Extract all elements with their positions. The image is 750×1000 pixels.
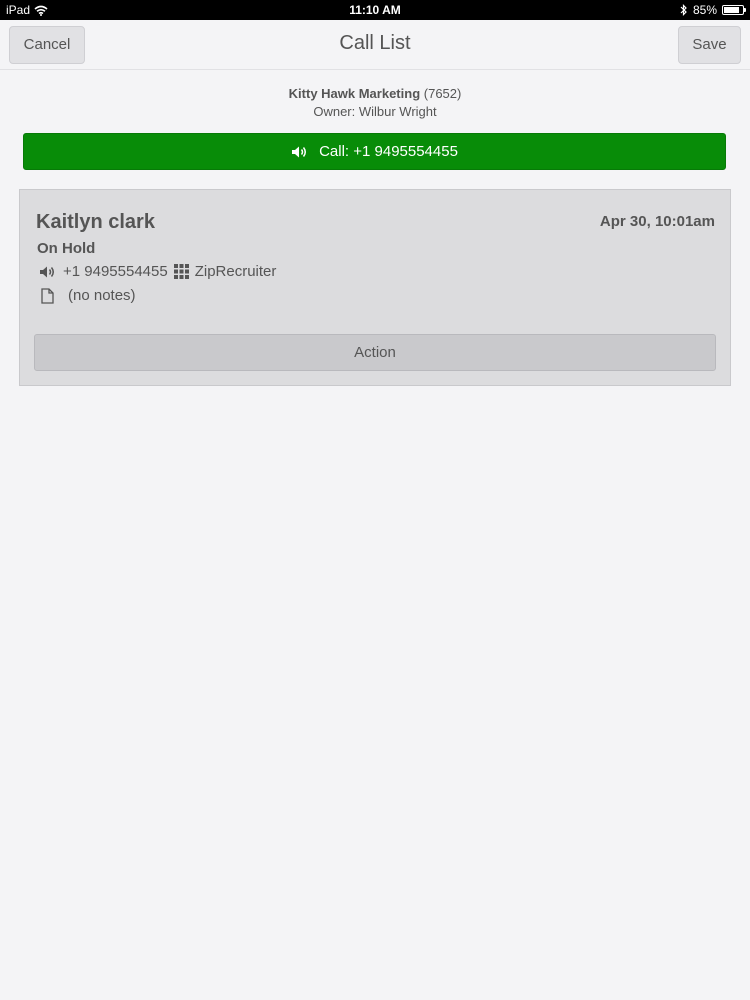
speaker-icon xyxy=(291,145,309,159)
status-right: 85% xyxy=(680,3,746,17)
battery-fill xyxy=(724,7,740,13)
document-icon xyxy=(41,287,54,304)
contact-status: On Hold xyxy=(37,240,96,257)
contact-card[interactable]: Kaitlyn clark Apr 30, 10:01am On Hold +1… xyxy=(19,189,731,386)
contact-phone-row: +1 9495554455 ZipRecruiter xyxy=(39,263,276,280)
contact-notes-row: (no notes) xyxy=(41,287,136,304)
save-button[interactable]: Save xyxy=(678,26,741,64)
call-button[interactable]: Call: +1 9495554455 xyxy=(23,133,726,170)
company-id: (7652) xyxy=(423,86,462,101)
call-button-label: Call: +1 9495554455 xyxy=(319,143,458,160)
contact-phone: +1 9495554455 xyxy=(63,263,168,280)
status-bar: iPad 11:10 AM 85% xyxy=(0,0,750,20)
page-title: Call List xyxy=(339,32,411,54)
contact-name: Kaitlyn clark xyxy=(36,211,155,233)
battery-icon xyxy=(722,5,746,15)
company-owner: Owner: Wilbur Wright xyxy=(313,104,437,119)
action-button[interactable]: Action xyxy=(34,334,716,371)
status-time: 11:10 AM xyxy=(349,3,401,17)
company-header: Kitty Hawk Marketing (7652) xyxy=(0,86,750,101)
navigation-bar: Cancel Call List Save xyxy=(0,20,750,70)
company-name: Kitty Hawk Marketing xyxy=(288,86,421,101)
speaker-icon xyxy=(39,265,57,279)
contact-date: Apr 30, 10:01am xyxy=(599,213,715,230)
bluetooth-icon xyxy=(680,4,688,16)
contact-source: ZipRecruiter xyxy=(194,263,277,280)
grid-icon xyxy=(173,264,189,279)
contact-notes: (no notes) xyxy=(68,287,136,304)
battery-percent: 85% xyxy=(692,3,717,17)
